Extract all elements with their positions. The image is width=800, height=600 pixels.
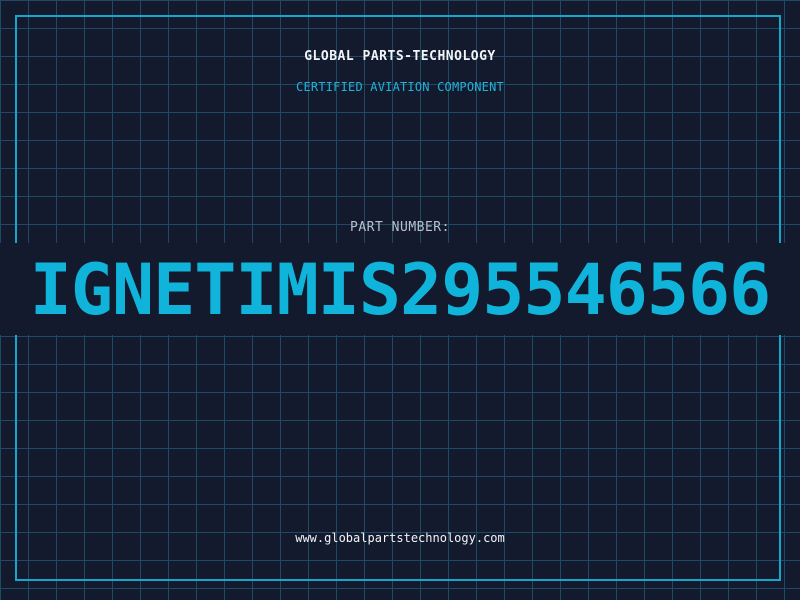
company-name: GLOBAL PARTS-TECHNOLOGY: [304, 49, 496, 64]
certificate-page: GLOBAL PARTS-TECHNOLOGY CERTIFIED AVIATI…: [0, 0, 800, 600]
part-number-value: IGNETIMIS295546566: [29, 249, 772, 331]
part-number-label: PART NUMBER:: [350, 220, 450, 235]
website-url: www.globalpartstechnology.com: [295, 531, 505, 545]
company-tagline: CERTIFIED AVIATION COMPONENT: [296, 80, 504, 94]
